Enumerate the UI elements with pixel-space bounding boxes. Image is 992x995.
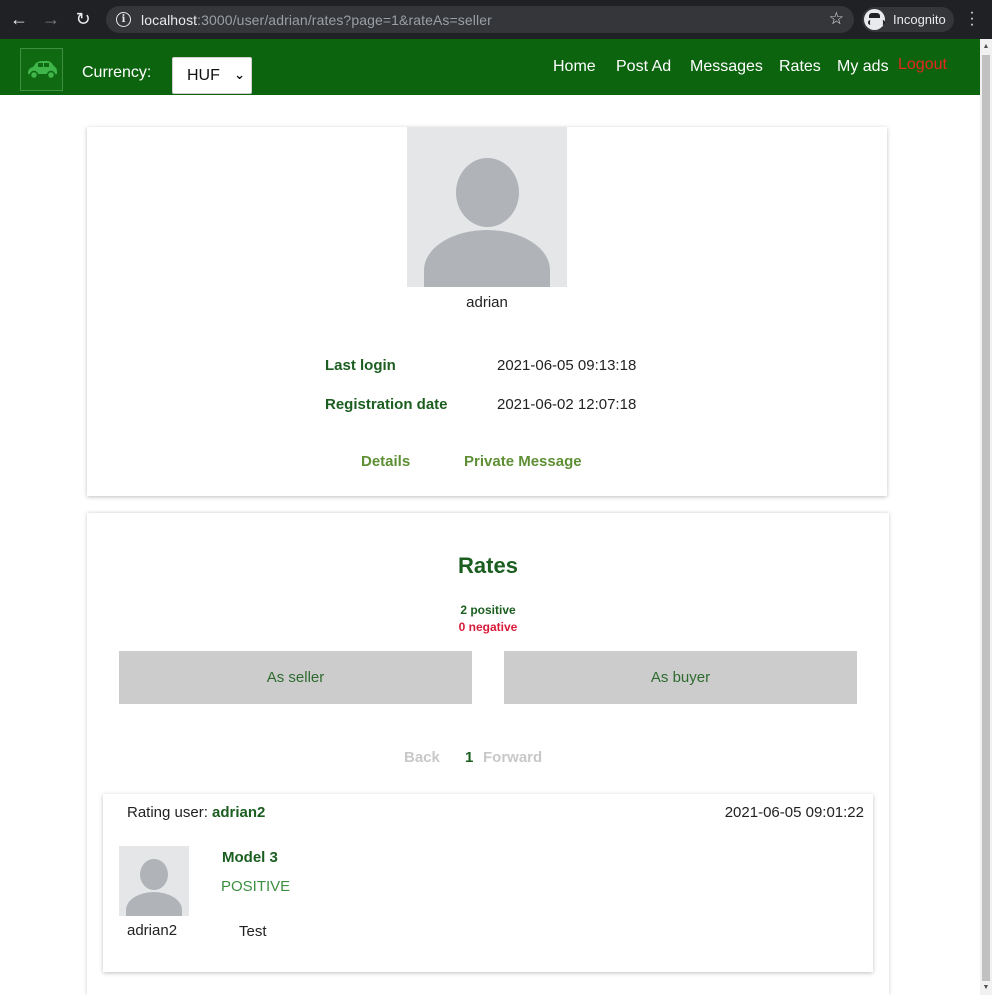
currency-select[interactable]: HUF ⌄ (172, 57, 252, 94)
scroll-thumb[interactable] (982, 55, 990, 981)
nav-post-ad[interactable]: Post Ad (616, 58, 671, 76)
nav-rates[interactable]: Rates (779, 58, 821, 76)
currency-label: Currency: (82, 64, 152, 81)
as-seller-button[interactable]: As seller (119, 651, 472, 704)
reload-icon[interactable]: ↻ (70, 6, 96, 32)
currency-value: HUF (187, 66, 220, 84)
positive-count: 2 positive (460, 603, 516, 617)
bookmark-star-icon[interactable]: ☆ (829, 9, 844, 29)
registration-date-label: Registration date (325, 396, 448, 413)
url-text: localhost:3000/user/adrian/rates?page=1&… (141, 12, 492, 28)
avatar-body (424, 230, 550, 287)
pager-current-page[interactable]: 1 (465, 749, 473, 766)
nav-home[interactable]: Home (553, 58, 596, 76)
chevron-down-icon: ⌄ (234, 67, 245, 82)
rates-card: Rates 2 positive 0 negative As seller As… (87, 513, 889, 995)
browser-toolbar: ← → ↻ i localhost:3000/user/adrian/rates… (0, 0, 992, 39)
url-path: :3000/user/adrian/rates?page=1&rateAs=se… (197, 11, 492, 28)
rating-user: Rating user: adrian2 (127, 804, 265, 821)
rating-user-link[interactable]: adrian2 (212, 804, 265, 821)
url-host: localhost (141, 11, 198, 28)
incognito-label: Incognito (893, 12, 946, 27)
rate-comment: Test (239, 923, 267, 940)
negative-count: 0 negative (458, 620, 518, 634)
avatar-head (456, 158, 519, 227)
rate-type: POSITIVE (221, 878, 291, 895)
car-logo-icon[interactable] (20, 48, 63, 91)
info-icon[interactable]: i (116, 12, 131, 27)
scroll-up-icon[interactable]: ▲ (982, 43, 990, 50)
private-message-link[interactable]: Private Message (464, 453, 582, 470)
registration-date-value: 2021-06-02 12:07:18 (497, 396, 637, 413)
page-scrollbar[interactable]: ▲ ▼ (980, 39, 992, 995)
rater-avatar-head (140, 859, 168, 890)
last-login-value: 2021-06-05 09:13:18 (497, 357, 637, 374)
app-header: Currency: HUF ⌄ Home Post Ad Messages Ra… (0, 39, 980, 95)
rated-ad-title[interactable]: Model 3 (222, 849, 278, 866)
rater-avatar[interactable] (119, 846, 189, 916)
incognito-icon (864, 9, 885, 30)
scroll-down-icon[interactable]: ▼ (982, 984, 990, 991)
as-buyer-button[interactable]: As buyer (504, 651, 857, 704)
rate-item: Rating user: adrian2 2021-06-05 09:01:22… (103, 794, 873, 972)
incognito-badge[interactable]: Incognito (862, 7, 954, 32)
nav-messages[interactable]: Messages (690, 58, 763, 76)
rater-avatar-body (126, 892, 182, 916)
rating-user-label: Rating user: (127, 804, 208, 821)
address-bar[interactable]: i localhost:3000/user/adrian/rates?page=… (106, 6, 854, 33)
forward-arrow-icon[interactable]: → (38, 6, 64, 32)
avatar (407, 127, 567, 287)
logout-link[interactable]: Logout (898, 56, 947, 74)
rate-date: 2021-06-05 09:01:22 (724, 804, 864, 821)
profile-username: adrian (466, 294, 508, 311)
details-link[interactable]: Details (361, 453, 410, 470)
back-arrow-icon[interactable]: ← (6, 6, 32, 32)
rater-name: adrian2 (127, 922, 178, 939)
last-login-label: Last login (325, 357, 396, 374)
profile-card: adrian Last login 2021-06-05 09:13:18 Re… (87, 127, 887, 496)
nav-my-ads[interactable]: My ads (837, 58, 889, 76)
browser-menu-icon[interactable]: · · · (966, 5, 978, 33)
pager-forward[interactable]: Forward (483, 749, 542, 766)
pager-back[interactable]: Back (404, 749, 440, 766)
rates-title: Rates (458, 553, 518, 578)
